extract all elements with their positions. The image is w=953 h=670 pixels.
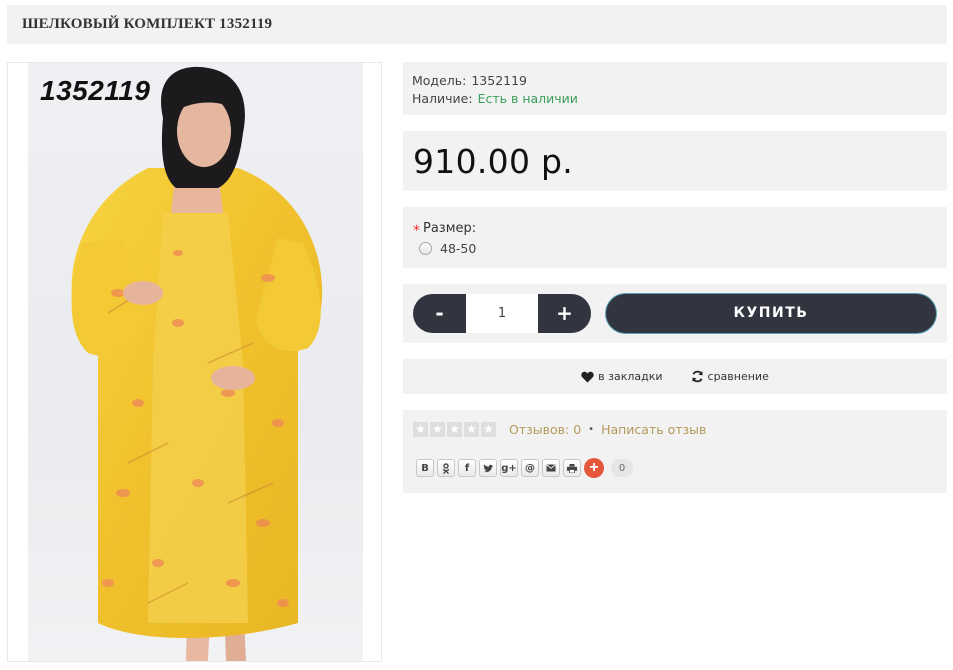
buy-button[interactable]: КУПИТЬ xyxy=(606,294,936,333)
star-icon: ★ xyxy=(481,422,496,437)
cart-panel: - + КУПИТЬ xyxy=(403,284,947,343)
separator-dot: • xyxy=(588,424,595,435)
quantity-decrease-button[interactable]: - xyxy=(413,294,466,333)
model-label: Модель: xyxy=(412,73,467,88)
more-share-icon[interactable]: + xyxy=(584,458,604,478)
refresh-icon xyxy=(691,370,703,383)
product-photo-illustration xyxy=(71,66,323,661)
rating-row: ★ ★ ★ ★ ★ Отзывов: 0 • Написать отзыв xyxy=(413,422,706,437)
reviews-share-panel: ★ ★ ★ ★ ★ Отзывов: 0 • Написать отзыв В … xyxy=(403,410,947,493)
vk-share-icon[interactable]: В xyxy=(416,459,434,477)
print-share-icon[interactable] xyxy=(563,459,581,477)
quantity-stepper: - + xyxy=(413,294,591,333)
page-header: ШЕЛКОВЫЙ КОМПЛЕКТ 1352119 xyxy=(7,5,947,44)
share-buttons: В f g+ @ + 0 xyxy=(416,458,633,478)
wishlist-compare-panel: в закладки сравнение xyxy=(403,359,947,394)
photo-product-code: 1352119 xyxy=(40,75,151,106)
stock-status: Есть в наличии xyxy=(477,91,578,106)
model-value: 1352119 xyxy=(471,73,528,88)
bookmark-label: в закладки xyxy=(598,370,663,383)
star-rating: ★ ★ ★ ★ ★ xyxy=(413,422,496,437)
heart-icon xyxy=(581,371,594,382)
product-price: 910.00 р. xyxy=(413,142,574,181)
reviews-count-link[interactable]: Отзывов: 0 xyxy=(509,422,581,437)
stock-label: Наличие: xyxy=(412,91,473,106)
add-to-bookmarks-link[interactable]: в закладки xyxy=(581,370,663,383)
price-panel: 910.00 р. xyxy=(403,131,947,191)
stock-row: Наличие: Есть в наличии xyxy=(412,91,578,106)
size-radio[interactable] xyxy=(419,242,432,255)
size-option-48-50[interactable]: 48-50 xyxy=(419,241,476,256)
star-icon: ★ xyxy=(430,422,445,437)
model-row: Модель: 1352119 xyxy=(412,73,527,88)
size-label-row: * Размер: xyxy=(413,220,477,239)
product-info-panel: Модель: 1352119 Наличие: Есть в наличии xyxy=(403,62,947,115)
share-count-badge: 0 xyxy=(611,459,633,477)
write-review-link[interactable]: Написать отзыв xyxy=(601,422,706,437)
product-photo[interactable]: 1352119 xyxy=(28,63,363,661)
product-title: ШЕЛКОВЫЙ КОМПЛЕКТ 1352119 xyxy=(22,16,273,32)
email-share-icon[interactable] xyxy=(542,459,560,477)
product-image-frame[interactable]: 1352119 xyxy=(7,62,382,662)
size-label: Размер: xyxy=(423,221,477,236)
star-icon: ★ xyxy=(447,422,462,437)
quantity-increase-button[interactable]: + xyxy=(538,294,591,333)
add-to-compare-link[interactable]: сравнение xyxy=(691,370,769,383)
facebook-share-icon[interactable]: f xyxy=(458,459,476,477)
compare-label: сравнение xyxy=(707,370,769,383)
google-plus-share-icon[interactable]: g+ xyxy=(500,459,518,477)
size-option-panel: * Размер: 48-50 xyxy=(403,207,947,268)
required-mark: * xyxy=(413,223,420,239)
mailru-share-icon[interactable]: @ xyxy=(521,459,539,477)
odnoklassniki-share-icon[interactable] xyxy=(437,459,455,477)
twitter-share-icon[interactable] xyxy=(479,459,497,477)
star-icon: ★ xyxy=(413,422,428,437)
size-option-label: 48-50 xyxy=(440,241,477,256)
quantity-input[interactable] xyxy=(466,294,538,333)
star-icon: ★ xyxy=(464,422,479,437)
